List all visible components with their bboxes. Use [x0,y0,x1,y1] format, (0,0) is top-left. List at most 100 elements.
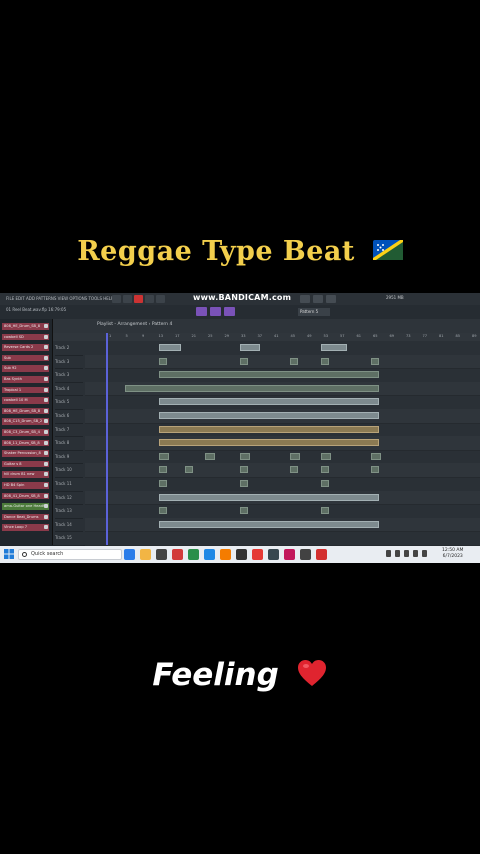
pattern-clip[interactable] [240,344,260,351]
track-label[interactable]: Track 4 [55,382,83,397]
pattern-clip[interactable] [321,466,329,474]
menu-items[interactable]: FILE EDIT ADD PATTERNS VIEW OPTIONS TOOL… [6,296,113,301]
channel-rack-button[interactable] [313,295,323,303]
pattern-clip[interactable] [321,507,329,515]
pattern-clip[interactable] [159,412,379,419]
pattern-clip[interactable] [290,452,300,460]
channel-button[interactable]: 808_C15_Drum_SB_2 [2,418,49,425]
pattern-clip[interactable] [185,466,193,474]
channel-led-icon[interactable] [44,472,48,477]
battery-icon[interactable] [422,550,427,557]
channel-button[interactable]: Bas Synth [2,376,49,383]
channel-button[interactable]: Tropical 1 [2,386,49,394]
track-lane[interactable] [85,450,480,465]
pattern-clip[interactable] [240,480,248,487]
track-label[interactable]: Track 3 [55,368,83,383]
track-label[interactable]: Track 5 [55,395,83,410]
taskbar-search[interactable]: Quick search [18,549,122,560]
track-lane[interactable] [85,354,480,370]
pattern-selector[interactable]: Pattern 5 [298,308,330,316]
stop-button[interactable] [123,295,132,303]
channel-button[interactable]: Vince Loop 7 [2,524,49,531]
channel-button[interactable]: Guitar s 8 [2,460,49,468]
channel-led-icon[interactable] [44,483,48,487]
channel-led-icon[interactable] [44,408,48,413]
channel-led-icon[interactable] [44,355,48,360]
record-button[interactable] [134,295,143,303]
channel-button[interactable]: 808_HE_Drum_SB_8 [2,407,49,415]
channel-led-icon[interactable] [44,345,48,350]
app-icon[interactable] [204,549,215,560]
channel-led-icon[interactable] [44,324,48,328]
track-label[interactable]: Track 3 [55,355,83,370]
task-view-icon[interactable] [124,549,135,560]
pattern-clip[interactable] [240,357,248,365]
pattern-song-toggle[interactable] [156,295,165,303]
channel-led-icon[interactable] [44,514,48,519]
pattern-clip[interactable] [159,452,169,460]
pattern-clip[interactable] [159,507,167,515]
channel-button[interactable]: Sub 92 [2,365,49,372]
channel-led-icon[interactable] [44,419,48,424]
channel-button[interactable]: 808_41_Drum_SB_8 [2,492,49,500]
app-icon[interactable] [300,549,311,560]
paint-tool-icon[interactable] [210,307,221,316]
pattern-clip[interactable] [240,466,248,474]
taskbar-clock[interactable]: 12:50 AM 6/7/2023 [442,548,463,560]
draw-tool-icon[interactable] [196,307,207,316]
pattern-clip[interactable] [371,357,379,365]
pattern-clip[interactable] [321,344,347,351]
track-label[interactable]: Track 9 [55,450,83,465]
channel-led-icon[interactable] [44,377,48,381]
pattern-clip[interactable] [159,493,379,501]
track-label[interactable]: Track 7 [55,423,83,438]
play-button[interactable] [112,295,121,303]
pattern-clip[interactable] [159,344,181,351]
pattern-clip[interactable] [290,357,298,365]
tray-icon[interactable] [386,550,391,557]
channel-button[interactable]: Reverse Cards 2 [2,344,49,351]
pattern-clip[interactable] [371,452,381,460]
app-icon[interactable] [188,549,199,560]
windows-start-icon[interactable] [4,549,14,559]
pattern-clip[interactable] [159,520,379,528]
playhead[interactable] [106,333,108,545]
channel-button[interactable]: 808_HE_Drum_SB_8 [2,323,49,330]
pattern-clip[interactable] [159,371,379,379]
pattern-clip[interactable] [321,452,331,460]
channel-button[interactable]: Sub [2,354,49,362]
channel-led-icon[interactable] [44,398,48,403]
opera-icon[interactable] [316,549,327,560]
track-lane[interactable] [85,341,480,356]
pattern-clip[interactable] [125,384,379,392]
track-label[interactable]: Track 13 [55,504,83,519]
pattern-clip[interactable] [321,357,329,365]
mixer-button[interactable] [300,295,310,303]
pattern-clip[interactable] [159,398,379,406]
tray-icon[interactable] [395,550,400,557]
channel-led-icon[interactable] [44,387,48,392]
wifi-icon[interactable] [404,550,409,557]
track-label[interactable]: Track 10 [55,463,83,478]
file-explorer-icon[interactable] [140,549,151,560]
channel-button[interactable]: Dance Beat_Drums [2,513,49,521]
fl-studio-icon[interactable] [220,549,231,560]
channel-button[interactable]: ama-Guitar one HeadS [2,503,49,510]
channel-led-icon[interactable] [44,493,48,498]
channel-led-icon[interactable] [44,334,48,339]
channel-led-icon[interactable] [44,366,48,371]
select-tool-icon[interactable] [224,307,235,316]
pattern-clip[interactable] [159,439,379,447]
channel-button[interactable]: 808_11_Drum_SB_8 [2,439,49,447]
channel-led-icon[interactable] [44,451,48,456]
app-icon[interactable] [284,549,295,560]
pattern-clip[interactable] [205,452,215,460]
pattern-clip[interactable] [371,466,379,474]
channel-led-icon[interactable] [44,430,48,434]
playlist-tracks[interactable]: Track 2 Track 3 Track 3 Track 4 Track 5 Track… [53,341,480,546]
channel-button[interactable]: cowbell SD [2,333,49,341]
pattern-clip[interactable] [290,466,298,474]
app-icon[interactable] [252,549,263,560]
pattern-clip[interactable] [321,480,329,487]
channel-button[interactable]: cowbell 10 M [2,397,49,404]
